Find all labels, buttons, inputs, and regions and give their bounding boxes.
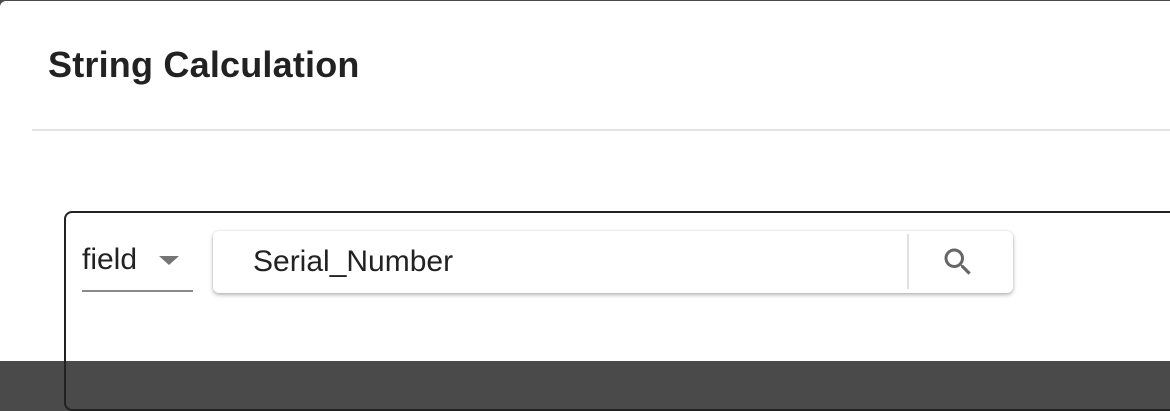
field-type-select[interactable]: field <box>82 236 193 292</box>
header-divider <box>32 129 1170 131</box>
dialog-title: String Calculation <box>48 44 360 85</box>
caret-down-icon[interactable] <box>159 256 179 265</box>
field-type-select-value: field <box>82 243 138 276</box>
search-button[interactable] <box>909 231 1013 293</box>
search-input[interactable] <box>213 231 906 293</box>
search-box <box>213 231 1013 293</box>
search-icon[interactable] <box>940 244 976 280</box>
